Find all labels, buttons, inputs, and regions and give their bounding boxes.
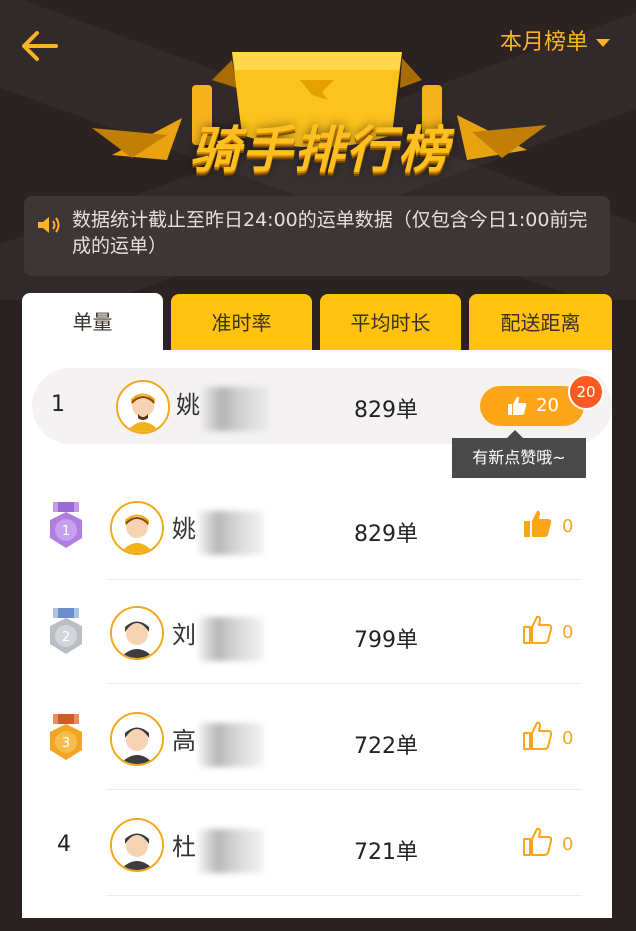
avatar[interactable]	[110, 606, 164, 660]
like-count: 20	[536, 395, 559, 416]
like-count: 0	[562, 728, 574, 749]
page-title: 骑手排行榜	[190, 121, 450, 179]
back-arrow-icon[interactable]	[20, 28, 58, 64]
new-likes-badge: 20	[568, 374, 604, 410]
avatar[interactable]	[110, 712, 164, 766]
tab-ontime-rate[interactable]: 准时率	[171, 294, 312, 350]
name-blur	[198, 829, 264, 873]
order-count: 829单	[354, 398, 418, 423]
svg-text:3: 3	[62, 736, 70, 751]
like-count: 0	[562, 834, 574, 855]
name-blur	[198, 617, 264, 661]
rider-name: 高	[172, 727, 196, 755]
tab-avg-duration[interactable]: 平均时长	[320, 294, 461, 350]
divider	[106, 895, 582, 896]
order-count: 829单	[354, 522, 418, 547]
notice-bar: 数据统计截止至昨日24:00的运单数据（仅包含今日1:00前完成的运单）	[24, 196, 610, 276]
order-count: 721单	[354, 840, 418, 865]
chevron-down-icon	[596, 39, 610, 47]
divider	[106, 789, 582, 790]
rider-name: 杜	[172, 833, 196, 861]
table-row[interactable]: 3 高 722单 0	[22, 686, 612, 790]
name-blur	[202, 387, 268, 431]
svg-text:2: 2	[62, 630, 70, 645]
thumbs-up-icon[interactable]	[522, 720, 554, 752]
divider	[106, 683, 582, 684]
gold-medal-icon: 1	[50, 502, 82, 548]
my-rank-row: 1 姚 829单 20 20 有新点赞哦~	[22, 350, 612, 478]
rider-name: 姚	[172, 515, 196, 543]
name-blur	[198, 723, 264, 767]
rank-number: 4	[57, 832, 71, 857]
bronze-medal-icon: 3	[50, 714, 82, 760]
name-blur	[198, 511, 264, 555]
thumbs-up-icon[interactable]	[522, 614, 554, 646]
order-count: 722单	[354, 734, 418, 759]
avatar[interactable]	[110, 818, 164, 872]
thumbs-up-filled-icon[interactable]	[522, 508, 554, 540]
notice-text: 数据统计截止至昨日24:00的运单数据（仅包含今日1:00前完成的运单）	[72, 209, 588, 257]
tab-distance[interactable]: 配送距离	[469, 294, 612, 350]
avatar[interactable]	[110, 501, 164, 555]
silver-medal-icon: 2	[50, 608, 82, 654]
thumbs-up-icon[interactable]	[522, 826, 554, 858]
my-rank-number: 1	[51, 392, 65, 417]
tab-orders[interactable]: 单量	[22, 293, 163, 351]
tab-bar: 单量 准时率 平均时长 配送距离	[22, 293, 612, 351]
rider-name: 姚	[176, 391, 200, 419]
speaker-icon	[38, 217, 60, 233]
like-count: 0	[562, 622, 574, 643]
svg-text:1: 1	[62, 524, 70, 539]
like-count: 0	[562, 516, 574, 537]
table-row[interactable]: 2 刘 799单 0	[22, 580, 612, 684]
rider-name: 刘	[172, 621, 196, 649]
new-like-tooltip: 有新点赞哦~	[452, 430, 586, 478]
table-row[interactable]: 4 杜 721单 0	[22, 792, 612, 896]
avatar[interactable]	[116, 380, 170, 434]
order-count: 799单	[354, 628, 418, 653]
ranking-panel: 1 姚 829单 20 20 有新点赞哦~ 1 姚 829单 0 2 刘 799…	[22, 350, 612, 920]
thumbs-up-icon	[508, 396, 527, 415]
header: 本月榜单 骑手排行榜 数据统计截止至昨日24:00的运单数据（仅包含今日1:00…	[0, 0, 636, 300]
table-row[interactable]: 1 姚 829单 0	[22, 476, 612, 580]
bottom-strip	[0, 918, 636, 931]
